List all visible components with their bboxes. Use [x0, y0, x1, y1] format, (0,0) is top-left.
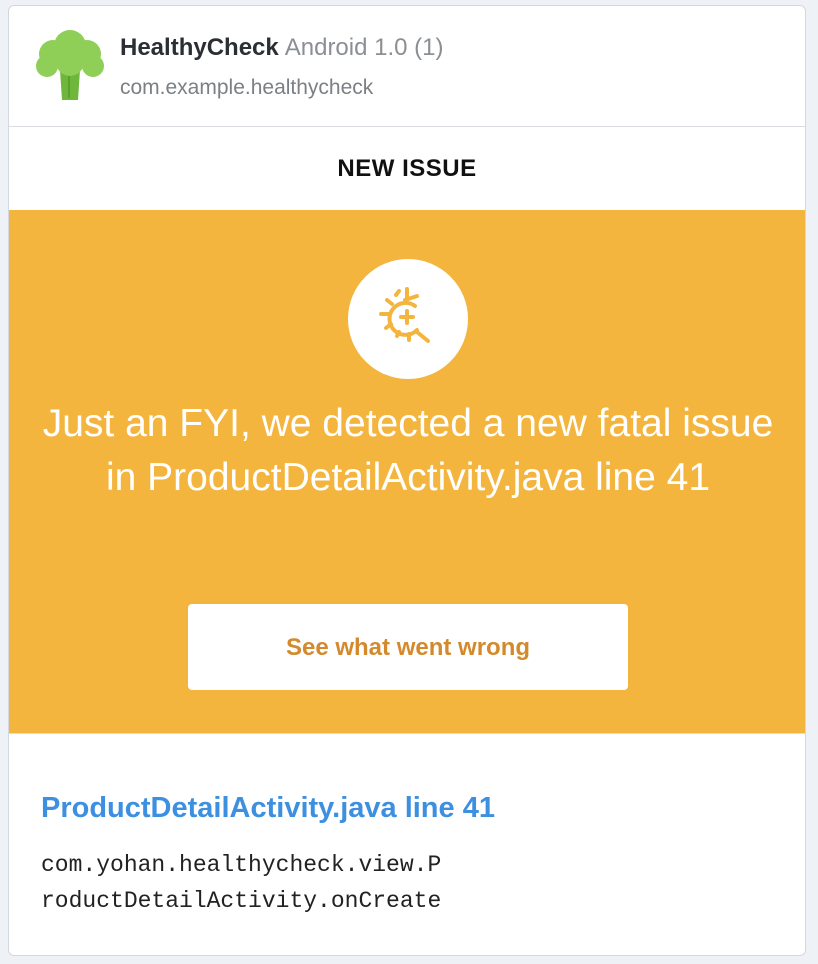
- app-version: Android 1.0 (1): [284, 34, 444, 61]
- app-package-id: com.example.healthycheck: [120, 76, 374, 99]
- stack-trace-line: com.yohan.healthycheck.view.P: [41, 852, 442, 878]
- section-heading: NEW ISSUE: [337, 155, 477, 182]
- broccoli-icon: [36, 30, 104, 100]
- alert-message: Just an FYI, we detected a new fatal iss…: [42, 402, 774, 499]
- app-title: HealthyCheck Android 1.0 (1): [120, 34, 444, 62]
- alert-icon-badge: [348, 259, 468, 379]
- bug-crash-icon: [379, 287, 430, 343]
- app-header: HealthyCheck Android 1.0 (1) com.example.…: [9, 6, 805, 127]
- app-name: HealthyCheck: [120, 34, 279, 61]
- issue-title-link[interactable]: ProductDetailActivity.java line 41: [41, 792, 495, 825]
- notification-card: HealthyCheck Android 1.0 (1) com.example.…: [8, 5, 806, 956]
- see-what-went-wrong-button[interactable]: See what went wrong: [188, 604, 628, 690]
- stack-trace-line: roductDetailActivity.onCreate: [41, 888, 442, 914]
- alert-panel: Just an FYI, we detected a new fatal iss…: [9, 210, 805, 734]
